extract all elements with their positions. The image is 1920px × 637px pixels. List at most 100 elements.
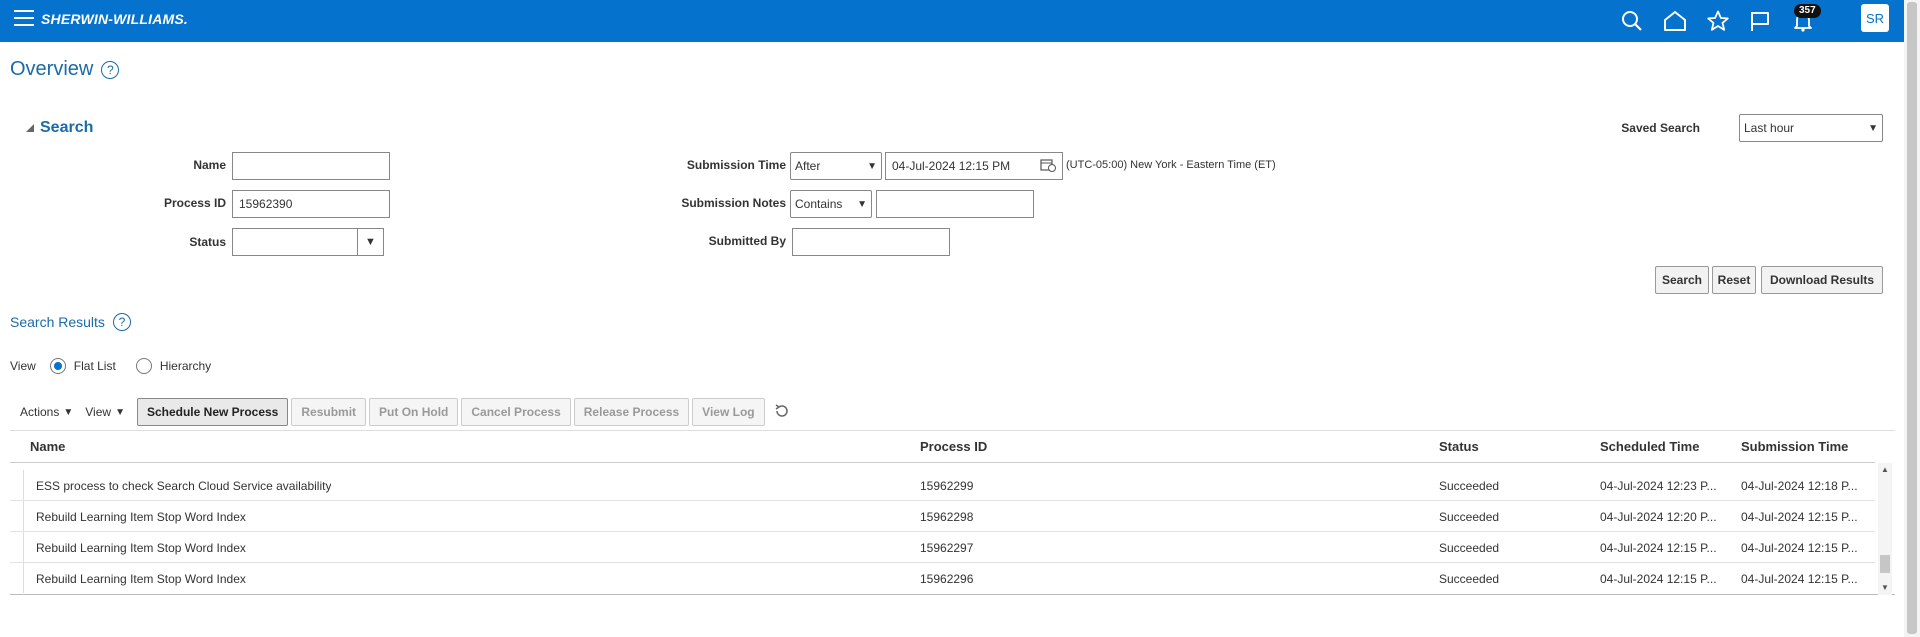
saved-search-select[interactable]: Last hour ▼	[1739, 114, 1883, 142]
submission-notes-input[interactable]	[876, 190, 1034, 218]
dropdown-arrow-icon[interactable]: ▼	[357, 229, 383, 255]
view-label: View	[10, 359, 36, 373]
saved-search-label: Saved Search	[1621, 121, 1700, 135]
table-row[interactable]: Rebuild Learning Item Stop Word Index 15…	[10, 532, 1875, 563]
process-id-input[interactable]: 15962390	[232, 190, 390, 218]
column-header-status[interactable]: Status	[1439, 439, 1479, 454]
search-icon[interactable]	[1617, 6, 1647, 36]
view-menu-label: View	[85, 405, 112, 419]
submission-time: 04-Jul-2024 12:15 P...	[1741, 541, 1858, 555]
scheduled-time: 04-Jul-2024 12:15 P...	[1600, 541, 1717, 555]
submission-time-input[interactable]: 04-Jul-2024 12:15 PM	[885, 152, 1063, 180]
global-header: SHERWIN-WILLIAMS. 357 SR	[0, 0, 1904, 42]
cancel-process-button[interactable]: Cancel Process	[461, 398, 571, 426]
flat-list-radio[interactable]	[49, 358, 66, 374]
help-icon[interactable]: ?	[112, 313, 131, 331]
submission-notes-operator-select[interactable]: Contains ▼	[790, 190, 872, 218]
submission-time-operator-select[interactable]: After ▼	[790, 152, 882, 180]
scheduled-time: 04-Jul-2024 12:20 P...	[1600, 510, 1717, 524]
status-label: Status	[189, 235, 226, 249]
page-title: Overview	[10, 58, 94, 80]
table-row[interactable]: Rebuild Learning Item Stop Word Index 15…	[10, 563, 1875, 594]
schedule-new-process-button[interactable]: Schedule New Process	[136, 398, 289, 426]
chevron-down-icon: ▼	[63, 406, 74, 418]
chevron-down-icon: ▼	[115, 406, 125, 418]
submission-time-label: Submission Time	[686, 158, 786, 172]
column-header-process-id[interactable]: Process ID	[920, 439, 987, 454]
scroll-down-icon[interactable]: ▼	[1881, 583, 1889, 592]
page-scrollbar[interactable]	[1904, 0, 1920, 637]
hierarchy-label[interactable]: Hierarchy	[160, 359, 211, 373]
hamburger-icon[interactable]	[14, 10, 34, 26]
release-process-button[interactable]: Release Process	[573, 398, 690, 426]
view-menu[interactable]: View ▼	[85, 405, 125, 419]
table-scrollbar[interactable]: ▲ ▼	[1878, 463, 1892, 595]
search-results-header: Search Results ?	[10, 313, 131, 331]
scroll-up-icon[interactable]: ▲	[1881, 465, 1889, 474]
calendar-icon[interactable]	[1040, 158, 1056, 175]
results-toolbar: Actions ▼ View ▼ Schedule New Process Resu…	[10, 398, 790, 426]
process-name: Rebuild Learning Item Stop Word Index	[36, 541, 246, 555]
process-name: ESS process to check Search Cloud Servic…	[36, 479, 332, 493]
submitted-by-label: Submitted By	[708, 234, 786, 248]
search-results-title: Search Results	[10, 314, 105, 330]
submission-notes-operator-value: Contains	[795, 197, 843, 211]
search-button[interactable]: Search	[1655, 266, 1709, 294]
table-row[interactable]: ESS process to check Search Cloud Servic…	[10, 470, 1875, 501]
chevron-down-icon: ▼	[867, 160, 877, 172]
submission-notes-label: Submission Notes	[681, 196, 786, 210]
column-header-name[interactable]: Name	[30, 439, 65, 454]
star-icon[interactable]	[1703, 6, 1733, 36]
put-on-hold-button[interactable]: Put On Hold	[369, 398, 459, 426]
view-mode-selector: View Flat List Hierarchy	[10, 358, 211, 374]
process-id-label: Process ID	[163, 196, 226, 210]
actions-menu[interactable]: Actions ▼	[20, 405, 73, 419]
name-label: Name	[193, 158, 226, 172]
process-id: 15962296	[920, 572, 974, 586]
download-results-button[interactable]: Download Results	[1761, 266, 1883, 294]
page-scrollbar-thumb[interactable]	[1907, 2, 1917, 634]
timezone-label: (UTC-05:00) New York - Eastern Time (ET)	[1066, 159, 1276, 171]
search-section-toggle[interactable]: Search	[26, 119, 93, 137]
user-avatar[interactable]: SR	[1861, 4, 1889, 32]
flag-icon[interactable]	[1745, 6, 1775, 36]
resubmit-button[interactable]: Resubmit	[291, 398, 367, 426]
row-selector[interactable]	[10, 470, 24, 500]
submission-time: 04-Jul-2024 12:15 P...	[1741, 510, 1858, 524]
process-id: 15962297	[920, 541, 974, 555]
notification-count-badge: 357	[1794, 4, 1821, 18]
process-status: Succeeded	[1439, 572, 1500, 586]
row-selector[interactable]	[10, 532, 24, 562]
submitted-by-input[interactable]	[792, 228, 950, 256]
view-log-button[interactable]: View Log	[692, 398, 765, 426]
table-header: Name Process ID Status Scheduled Time Su…	[10, 431, 1875, 463]
flat-list-label[interactable]: Flat List	[74, 359, 116, 373]
search-section-title: Search	[40, 119, 94, 136]
process-id: 15962299	[920, 479, 974, 493]
process-name: Rebuild Learning Item Stop Word Index	[36, 510, 246, 524]
table-scrollbar-thumb[interactable]	[1880, 555, 1890, 573]
home-icon[interactable]	[1660, 6, 1690, 36]
row-selector[interactable]	[10, 563, 24, 593]
table-row[interactable]: Rebuild Learning Item Stop Word Index 15…	[10, 501, 1875, 532]
process-status: Succeeded	[1439, 541, 1500, 555]
chevron-down-icon: ▼	[857, 198, 867, 210]
brand-logo[interactable]: SHERWIN-WILLIAMS.	[41, 11, 188, 27]
submission-time: 04-Jul-2024 12:15 P...	[1741, 572, 1858, 586]
row-selector[interactable]	[10, 501, 24, 531]
status-combobox[interactable]: ▼	[232, 228, 384, 256]
submission-time: 04-Jul-2024 12:18 P...	[1741, 479, 1858, 493]
process-status: Succeeded	[1439, 479, 1500, 493]
refresh-icon[interactable]	[774, 403, 790, 422]
process-id: 15962298	[920, 510, 974, 524]
page-title-row: Overview ?	[10, 58, 120, 81]
column-header-scheduled-time[interactable]: Scheduled Time	[1600, 439, 1699, 454]
scheduled-time: 04-Jul-2024 12:23 P...	[1600, 479, 1717, 493]
help-icon[interactable]: ?	[101, 60, 120, 79]
column-header-submission-time[interactable]: Submission Time	[1741, 439, 1848, 454]
hierarchy-radio[interactable]	[135, 358, 152, 374]
name-input[interactable]	[232, 152, 390, 180]
actions-menu-label: Actions	[20, 405, 60, 419]
submission-time-value: 04-Jul-2024 12:15 PM	[892, 159, 1011, 173]
reset-button[interactable]: Reset	[1712, 266, 1756, 294]
